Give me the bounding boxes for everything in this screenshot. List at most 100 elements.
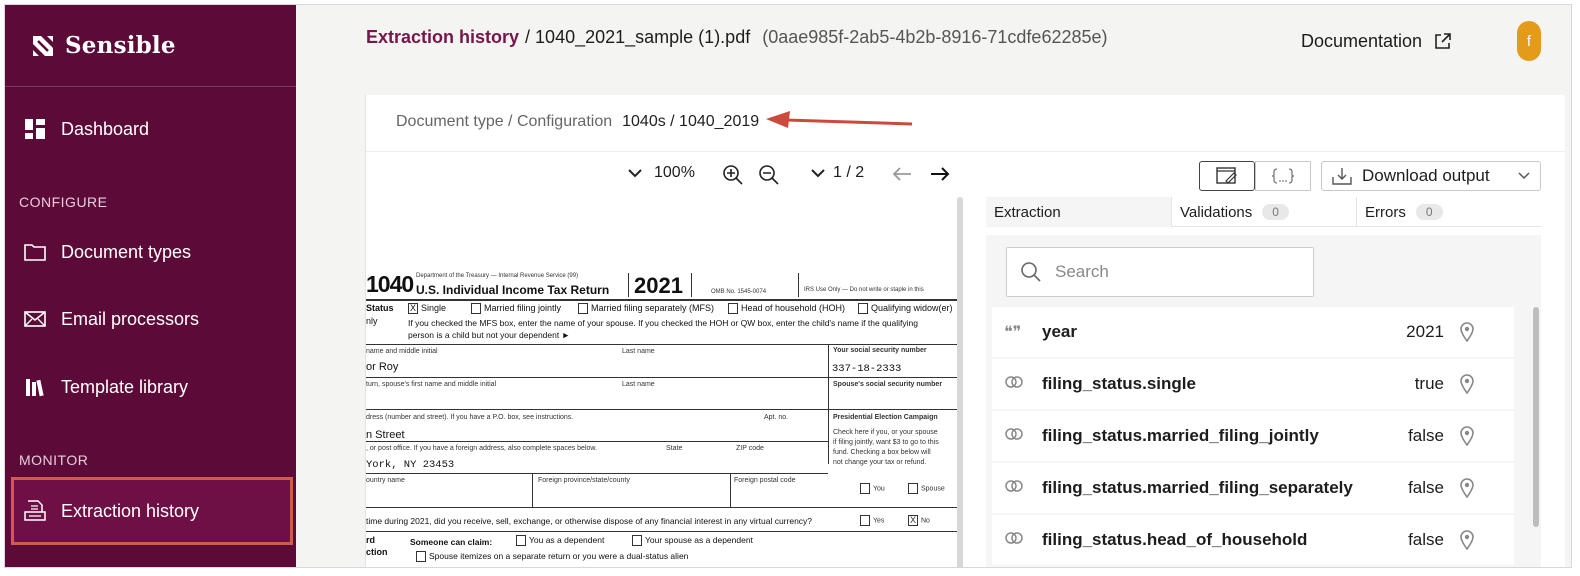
sidebar-item-document-types[interactable]: Document types — [5, 226, 296, 278]
sidebar-item-extraction-history[interactable]: Extraction history — [11, 477, 293, 545]
zoom-select[interactable]: 100% — [628, 164, 695, 182]
opt-mfs: Married filing separately (MFS) — [591, 303, 715, 313]
download-output-button[interactable]: Download output — [1321, 161, 1541, 191]
form-number: 1040 — [366, 271, 414, 297]
spouse-itemizes-checkbox — [416, 551, 426, 563]
province-label: Foreign province/state/county — [538, 477, 630, 484]
document-scrollbar[interactable] — [957, 197, 963, 567]
arrow-right-icon[interactable] — [930, 166, 950, 182]
city-value: York, NY 23453 — [366, 459, 455, 471]
sidebar-item-label: Dashboard — [61, 118, 150, 139]
documentation-label: Documentation — [1301, 31, 1423, 51]
form-irs-use: IRS Use Only — Do not write or staple in… — [804, 287, 924, 293]
folder-icon — [23, 240, 47, 264]
results-scrollbar[interactable] — [1533, 307, 1539, 527]
divider — [828, 344, 829, 464]
page-indicator: 1 / 2 — [833, 164, 865, 181]
pec-note-3: fund. Checking a box below will — [833, 449, 931, 456]
form-title: U.S. Individual Income Tax Return — [416, 283, 610, 297]
divider — [366, 441, 828, 442]
location-pin-icon[interactable] — [1460, 426, 1474, 446]
sidebar-item-label: Template library — [61, 376, 189, 397]
history-doc-icon — [23, 499, 47, 523]
location-pin-icon[interactable] — [1460, 530, 1474, 550]
brand[interactable]: Sensible — [5, 5, 296, 87]
avatar[interactable]: f — [1517, 21, 1541, 61]
form-dept: Department of the Treasury — Internal Re… — [416, 273, 579, 279]
vc-no-checkbox: X — [908, 515, 918, 526]
zoom-in-icon[interactable] — [722, 164, 744, 186]
dashboard-icon — [23, 117, 47, 141]
spouse-dependent: Your spouse as a dependent — [645, 535, 753, 545]
location-pin-icon[interactable] — [1460, 374, 1474, 394]
list-item[interactable]: ❝❞ year 2021 — [992, 307, 1514, 357]
pec-note-4: not change your tax or refund. — [833, 459, 927, 466]
opt-mfj: Married filing jointly — [484, 303, 562, 313]
json-view-button[interactable] — [1255, 161, 1311, 191]
location-pin-icon[interactable] — [1460, 478, 1474, 498]
breadcrumb-link-extraction-history[interactable]: Extraction history — [366, 27, 519, 48]
tab-extraction[interactable]: Extraction — [986, 197, 1171, 227]
tab-label: Validations — [1180, 203, 1253, 221]
field-key: filing_status.head_of_household — [1042, 530, 1308, 549]
visual-view-button[interactable] — [1199, 161, 1255, 191]
list-item[interactable]: filing_status.married_filing_separately … — [992, 463, 1514, 513]
view-toggle — [1199, 161, 1311, 191]
field-key: filing_status.married_filing_jointly — [1042, 426, 1319, 445]
address-value: n Street — [366, 429, 405, 441]
address-label: dress (number and street). If you have a… — [366, 414, 574, 421]
sidebar-item-email-processors[interactable]: Email processors — [5, 293, 296, 345]
sidebar-item-template-library[interactable]: Template library — [5, 361, 296, 413]
extraction-results: Extraction Validations 0 Errors 0 Search… — [986, 197, 1546, 567]
standard-label: rd — [366, 535, 375, 545]
divider — [532, 473, 533, 507]
list-item[interactable]: filing_status.single true — [992, 359, 1514, 409]
results-tabs: Extraction Validations 0 Errors 0 — [986, 197, 1541, 227]
city-label: , or post office. If you have a foreign … — [366, 445, 598, 452]
documentation-link[interactable]: Documentation — [1301, 31, 1451, 52]
mfs-note: If you checked the MFS box, enter the na… — [408, 318, 918, 328]
mfs-note-2: person is a child but not your dependent… — [408, 330, 570, 340]
field-value: false — [1408, 530, 1444, 549]
state-label: State — [666, 445, 683, 452]
sidebar-item-dashboard[interactable]: Dashboard — [5, 103, 296, 155]
zoom-out-icon[interactable] — [758, 164, 780, 186]
location-pin-icon[interactable] — [1460, 322, 1474, 342]
field-key: filing_status.single — [1042, 374, 1196, 393]
chevron-down-icon — [811, 168, 825, 177]
ssn-value: 337-18-2333 — [832, 363, 902, 375]
edit-window-icon — [1216, 167, 1237, 184]
spouse-last-name-label: Last name — [622, 381, 655, 388]
field-key: filing_status.married_filing_separately — [1042, 478, 1353, 497]
validations-count-badge: 0 — [1262, 204, 1289, 220]
section-configure: CONFIGURE — [19, 194, 108, 210]
zip-label: ZIP code — [736, 445, 764, 452]
last-name-label: Last name — [622, 348, 655, 355]
you-dependent: You as a dependent — [529, 535, 605, 545]
opt-qw: Qualifying widow(er) — [871, 303, 953, 313]
divider — [798, 273, 799, 297]
document-preview[interactable]: 1040 Department of the Treasury — Intern… — [366, 197, 961, 567]
sidebar-item-label: Extraction history — [61, 500, 200, 521]
page-select[interactable]: 1 / 2 — [811, 164, 864, 182]
opt-single: Single — [421, 303, 447, 313]
field-value: true — [1414, 374, 1444, 393]
errors-count-badge: 0 — [1415, 204, 1443, 220]
document-type-value[interactable]: 1040s / 1040_2019 — [622, 113, 759, 131]
link-icon — [1004, 375, 1030, 393]
breadcrumb: Extraction history / 1040_2021_sample (1… — [366, 27, 1108, 48]
divider — [366, 409, 961, 410]
search-box — [1006, 247, 1314, 297]
mfs-checkbox — [578, 303, 588, 315]
divider — [691, 273, 692, 297]
tab-validations[interactable]: Validations 0 — [1171, 197, 1356, 227]
search-input[interactable] — [1055, 262, 1285, 282]
divider — [366, 531, 961, 532]
arrow-left-icon[interactable] — [892, 166, 912, 182]
list-item[interactable]: filing_status.married_filing_jointly fal… — [992, 411, 1514, 461]
list-item[interactable]: filing_status.head_of_household false — [992, 515, 1514, 565]
vc-yes-checkbox — [860, 515, 870, 526]
tab-errors[interactable]: Errors 0 — [1356, 197, 1541, 227]
pec-label: Presidential Election Campaign — [833, 414, 938, 421]
pec-spouse-checkbox — [908, 483, 918, 494]
